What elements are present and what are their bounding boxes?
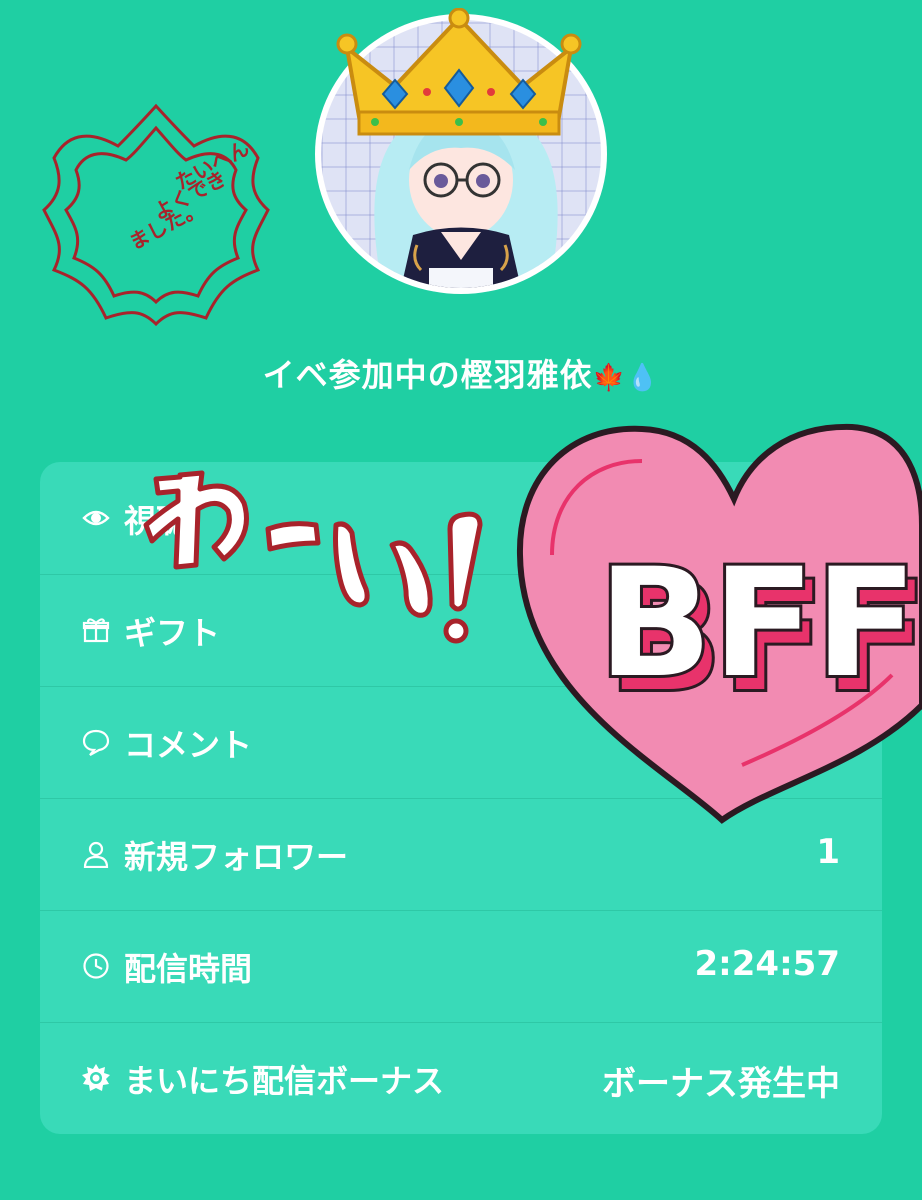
comment-icon — [82, 729, 110, 756]
stat-value-new-followers: 1 — [816, 832, 840, 872]
stat-label-stream-time: 配信時間 — [124, 950, 253, 988]
crown-icon — [336, 8, 582, 136]
stat-row-stream-time[interactable]: 配信時間 2:24:57 — [40, 910, 882, 1023]
stat-label-comments: コメント — [124, 726, 253, 764]
drop-icon: 💧 — [626, 363, 660, 393]
waai-sticker-art — [143, 470, 483, 644]
good-job-stamp: たいへん よくでき ました。 — [36, 98, 276, 330]
clock-icon — [83, 953, 109, 979]
sakura-stamp-icon: たいへん よくでき ました。 — [42, 103, 270, 327]
maple-leaf-icon: 🍁 — [592, 363, 626, 393]
waai-sticker — [140, 455, 520, 655]
stat-label-new-followers: 新規フォロワー — [124, 838, 349, 876]
eye-icon — [82, 510, 110, 526]
username-text: イベ参加中の樫羽雅依 — [262, 356, 593, 394]
stat-value-stream-time: 2:24:57 — [694, 944, 840, 984]
person-icon — [83, 841, 109, 868]
stat-value-daily-bonus: ボーナス発生中 — [602, 1064, 840, 1104]
bff-heart-sticker: BFF BFF — [512, 405, 922, 830]
sun-icon — [82, 1064, 110, 1091]
gift-icon — [82, 618, 110, 643]
bff-text: BFF — [598, 537, 917, 711]
profile-avatar[interactable] — [315, 8, 607, 294]
stat-label-daily-bonus: まいにち配信ボーナス — [124, 1062, 445, 1100]
stream-username: イベ参加中の樫羽雅依🍁💧 — [0, 350, 922, 396]
stat-row-daily-bonus[interactable]: まいにち配信ボーナス ボーナス発生中 — [40, 1022, 882, 1134]
bff-heart-art: BFF BFF — [516, 423, 922, 824]
